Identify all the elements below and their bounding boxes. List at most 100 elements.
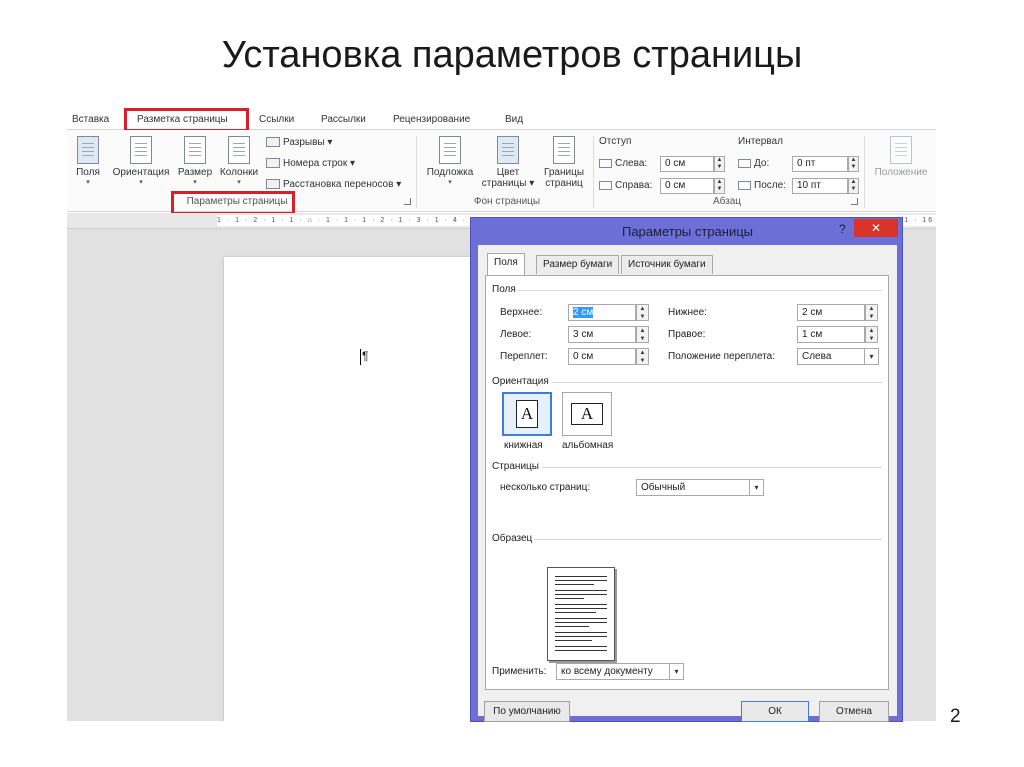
gutter-input[interactable]: 0 см [568,348,636,365]
preview-page [547,567,615,661]
left-margin-spinner[interactable]: ▲ ▼ [636,326,649,343]
gutter-label: Переплет: [500,351,548,362]
spacing-before-label: До: [738,158,769,169]
page-borders-icon [553,136,575,164]
spacing-title: Интервал [738,136,783,147]
orientation-icon [130,136,152,164]
dialog-tab-paper-size[interactable]: Размер бумаги [536,255,620,274]
hyphenation-button[interactable]: Расстановка переносов ▾ [266,179,401,190]
right-margin-input[interactable]: 1 см [797,326,865,343]
watermark-button[interactable]: Подложка ▾ [422,136,478,186]
portrait-label: книжная [504,440,543,451]
margins-button[interactable]: Поля ▾ [73,136,103,186]
slide-title: Установка параметров страницы [221,34,803,76]
indent-right-spinner[interactable]: ▲ ▼ [714,178,725,194]
landscape-icon: A [571,403,603,425]
tab-references[interactable]: Ссылки [259,114,294,125]
spacing-after-input[interactable]: 10 пт [792,178,848,194]
bottom-margin-label: Нижнее: [668,307,707,318]
page-borders-button[interactable]: Границы страниц [539,136,589,189]
section-preview: Образец [492,533,533,544]
section-orientation: Ориентация [492,376,549,387]
gutter-position-label: Положение переплета: [668,351,776,362]
indent-right-input[interactable]: 0 см [660,178,714,194]
highlight-tab-frame [124,108,249,132]
top-margin-input[interactable]: 2 см [568,304,636,321]
group-label-paragraph: Абзац [712,196,742,207]
margins-icon [77,136,99,164]
section-margins: Поля [492,284,516,295]
watermark-icon [439,136,461,164]
indent-left-input[interactable]: 0 см [660,156,714,172]
document-page[interactable]: ¶ [224,257,484,721]
paragraph-launcher-icon[interactable] [851,198,858,205]
multiple-pages-label: несколько страниц: [500,482,591,493]
set-as-default-button[interactable]: По умолчанию [484,701,570,722]
breaks-icon [266,137,280,148]
orientation-button[interactable]: Ориентация ▾ [109,136,173,186]
margins-panel: Поля Верхнее: 2 см ▲ ▼ Нижнее: 2 см ▲ ▼ Ле… [485,275,889,690]
bottom-margin-input[interactable]: 2 см [797,304,865,321]
page-setup-launcher-icon[interactable] [404,198,411,205]
landscape-label: альбомная [562,440,614,451]
chevron-down-icon: ▾ [669,663,683,680]
line-numbers-button[interactable]: Номера строк ▾ [266,158,355,169]
right-margin-label: Правое: [668,329,706,340]
portrait-option[interactable]: A [502,392,552,436]
cancel-button[interactable]: Отмена [819,701,889,722]
indent-title: Отступ [599,136,632,147]
section-divider [518,290,882,291]
highlight-group-frame [171,191,295,215]
dialog-tab-paper-source[interactable]: Источник бумаги [621,255,713,274]
chevron-down-icon: ▾ [749,479,763,496]
tab-review[interactable]: Рецензирование [393,114,470,125]
help-icon[interactable]: ? [839,222,846,236]
close-icon[interactable]: ✕ [854,219,898,237]
page-color-icon [497,136,519,164]
position-button[interactable]: Положение [869,136,933,178]
section-divider [542,467,882,468]
tab-mailings[interactable]: Рассылки [321,114,366,125]
bottom-margin-spinner[interactable]: ▲ ▼ [865,304,878,321]
section-divider [552,382,882,383]
hyphenation-icon [266,179,280,190]
right-margin-spinner[interactable]: ▲ ▼ [865,326,878,343]
group-separator [593,136,594,208]
columns-button[interactable]: Колонки ▾ [217,136,261,186]
line-numbers-icon [266,158,280,169]
top-margin-spinner[interactable]: ▲ ▼ [636,304,649,321]
spacing-after-spinner[interactable]: ▲ ▼ [848,178,859,194]
indent-right-label: Справа: [599,180,652,191]
ok-button[interactable]: ОК [741,701,809,722]
dialog-body: Поля Размер бумаги Источник бумаги Поля … [478,245,897,722]
size-button[interactable]: Размер ▾ [177,136,213,186]
page-color-button[interactable]: Цвет страницы ▾ [478,136,538,189]
breaks-button[interactable]: Разрывы ▾ [266,137,332,148]
position-icon [890,136,912,164]
gutter-spinner[interactable]: ▲ ▼ [636,348,649,365]
left-margin-input[interactable]: 3 см [568,326,636,343]
group-label-page-background: Фон страницы [473,196,541,207]
multiple-pages-select[interactable]: Обычный ▾ [636,479,764,496]
indent-left-spinner[interactable]: ▲ ▼ [714,156,725,172]
page-setup-dialog: Параметры страницы ? ✕ Поля Размер бумаг… [470,217,903,722]
indent-left-label: Слева: [599,158,647,169]
gutter-position-select[interactable]: Слева ▾ [797,348,879,365]
tab-view[interactable]: Вид [505,114,523,125]
group-separator [416,136,417,208]
dialog-tab-margins[interactable]: Поля [487,253,525,275]
apply-to-select[interactable]: ко всему документу ▾ [556,663,684,680]
left-margin-label: Левое: [500,329,532,340]
spacing-before-spinner[interactable]: ▲ ▼ [848,156,859,172]
section-divider [534,539,882,540]
section-pages: Страницы [492,461,539,472]
landscape-option[interactable]: A [562,392,612,436]
chevron-down-icon: ▾ [864,348,878,365]
tab-insert[interactable]: Вставка [72,114,109,125]
columns-icon [228,136,250,164]
indent-left-icon [599,158,612,168]
group-separator [864,136,865,208]
text-cursor [360,349,361,365]
spacing-before-input[interactable]: 0 пт [792,156,848,172]
slide-number: 2 [950,706,961,727]
